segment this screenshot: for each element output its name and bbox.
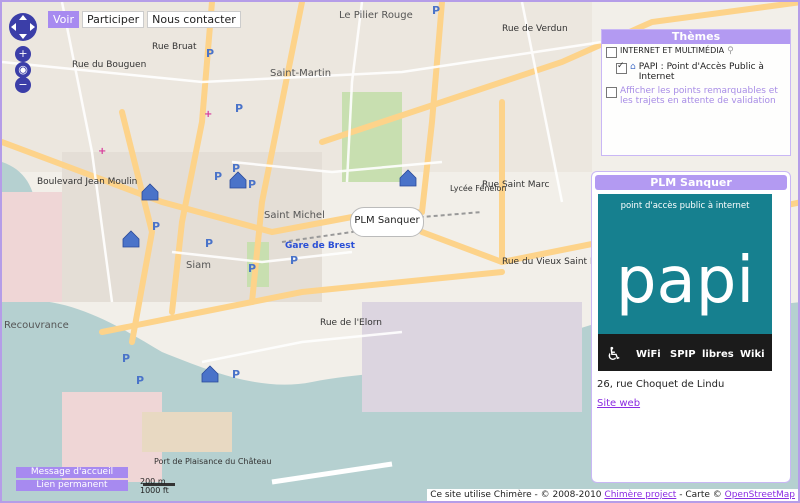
checkbox-checked[interactable] [616,61,627,74]
map-label: Le Pilier Rouge [339,10,413,21]
pan-arrows-icon[interactable] [6,10,40,44]
svg-text:P: P [290,254,298,267]
footer-sep: - Carte © [676,490,725,500]
svg-text:P: P [248,262,256,275]
site-web-link[interactable]: Site web [597,398,640,409]
svg-text:P: P [248,178,256,191]
map-label: Siam [186,260,211,271]
papi-word: papi [616,244,754,318]
scale-bar: 200 m 1000 ft [140,477,169,495]
svg-text:P: P [235,102,243,115]
footer-text: Ce site utilise Chimère - © 2008-2010 [430,490,602,500]
map-popup[interactable]: PLM Sanquer [350,207,424,237]
badge-spip: SPIP [670,349,696,360]
footer: Ce site utilise Chimère - © 2008-2010 Ch… [427,489,798,501]
map-label: Recouvrance [4,320,69,331]
papi-logo-image: point d'accès public à internet papi ♿ W… [598,194,772,371]
svg-text:P: P [232,162,240,175]
map-label: Boulevard Jean Moulin [37,177,138,187]
svg-text:P: P [205,237,213,250]
map-label: Saint-Martin [270,68,332,79]
svg-text:P: P [122,352,130,365]
detail-panel: PLM Sanquer point d'accès public à inter… [591,171,791,483]
map-label: Rue de Verdun [502,24,568,34]
permalink-button[interactable]: Lien permanent [16,480,128,491]
theme-internet[interactable]: Internet et multimédia ⚲ [602,44,790,60]
svg-text:P: P [136,374,144,387]
top-nav: Voir Participer Nous contacter [48,11,241,28]
tab-participer[interactable]: Participer [81,11,145,28]
chimere-project-link[interactable]: Chimère project [604,490,676,500]
svg-text:P: P [206,47,214,60]
osm-link[interactable]: OpenStreetMap [725,490,795,500]
theme-label: Afficher les points remarquables et les … [620,86,778,106]
zoom-in-icon[interactable]: + [15,46,31,62]
magnifier-icon[interactable]: ⚲ [727,46,734,56]
themes-title: Thèmes [602,30,790,44]
badge-libres: libres [702,349,734,360]
svg-text:+: + [98,146,106,157]
tab-voir[interactable]: Voir [48,11,79,28]
badge-wiki: Wiki [740,349,765,360]
svg-text:P: P [432,4,440,17]
map-label: Rue Bruat [152,42,197,52]
zoom-out-icon[interactable]: − [15,77,31,93]
svg-text:P: P [152,220,160,233]
map-label: Rue de l'Elorn [320,318,382,328]
tab-nous-contacter[interactable]: Nous contacter [147,11,241,28]
checkbox[interactable] [606,47,617,58]
address: 26, rue Choquet de Lindu [597,379,725,390]
theme-label: Internet et multimédia [620,46,725,55]
theme-pending[interactable]: Afficher les points remarquables et les … [602,84,790,108]
papi-logo: point d'accès public à internet papi ♿ W… [598,194,772,371]
checkbox[interactable] [606,87,617,98]
map-label: Saint Michel [264,210,325,221]
svg-text:+: + [204,109,212,120]
map-label-station: Gare de Brest [285,241,355,251]
accessibility-icon: ♿ [606,344,622,365]
house-icon: ⌂ [630,62,636,72]
welcome-message-button[interactable]: Message d'accueil [16,467,128,478]
map-label: Rue du Bouguen [72,60,147,70]
badge-wifi: WiFi [636,349,661,360]
theme-papi[interactable]: ⌂ PAPI : Point d'Accès Public à Internet [602,60,790,84]
map-label: Port de Plaisance du Château [154,457,272,466]
themes-panel: Thèmes Internet et multimédia ⚲ ⌂ PAPI :… [601,29,791,156]
map-label: Lycée Fénelon [450,184,507,193]
globe-icon[interactable]: ◉ [15,62,31,78]
detail-title: PLM Sanquer [595,175,787,190]
theme-label: PAPI : Point d'Accès Public à Internet [638,62,764,82]
svg-text:P: P [232,368,240,381]
svg-text:P: P [214,170,222,183]
papi-tagline: point d'accès public à internet [621,200,750,211]
